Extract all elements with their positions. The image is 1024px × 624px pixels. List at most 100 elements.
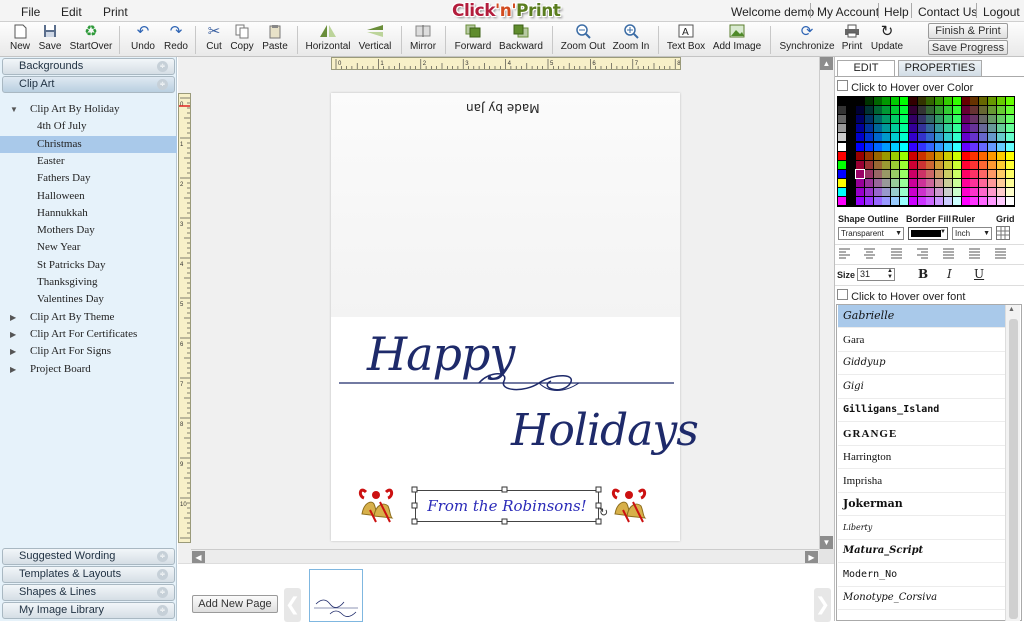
font-list-item[interactable]: Jokerman: [838, 493, 1005, 516]
font-list-item[interactable]: Liberty: [838, 517, 1005, 540]
finish-print-button[interactable]: Finish & Print: [928, 23, 1008, 39]
menu-file[interactable]: File: [21, 5, 40, 19]
expanded-arrow-icon[interactable]: ▼: [10, 101, 18, 118]
tree-item[interactable]: Fathers Day: [0, 170, 177, 187]
tree-item[interactable]: Halloween: [0, 188, 177, 205]
hover-font-toggle[interactable]: Click to Hover over font: [837, 289, 965, 303]
font-list-item[interactable]: Gilligans_Island: [838, 399, 1005, 422]
font-list-item[interactable]: Modern_No: [838, 564, 1005, 587]
border-fill-select[interactable]: ▼: [908, 227, 948, 240]
menu-print[interactable]: Print: [103, 5, 128, 19]
font-size-stepper[interactable]: 31 ▲ ▼: [857, 268, 895, 281]
print-button[interactable]: Print: [840, 24, 864, 56]
accordion-shapes-lines[interactable]: Shapes & Lines ≑: [2, 584, 175, 601]
synchronize-button[interactable]: ⟳ Synchronize: [778, 24, 836, 56]
rotate-handle-icon[interactable]: ↻: [599, 506, 608, 519]
horizontal-scrollbar[interactable]: ◀ ▶: [191, 549, 819, 564]
shape-outline-select[interactable]: Transparent ▼: [838, 227, 904, 240]
tree-folder[interactable]: ▶ Clip Art For Signs: [0, 343, 177, 360]
startover-button[interactable]: ♻ StartOver: [69, 24, 113, 56]
bring-forward-button[interactable]: Forward: [453, 24, 493, 56]
tree-folder[interactable]: ▶ Clip Art For Certificates: [0, 326, 177, 343]
stepper-arrows-icon[interactable]: ▲ ▼: [887, 268, 893, 280]
save-button[interactable]: Save: [37, 24, 63, 56]
accordion-clip-art[interactable]: Clip Art ≑: [2, 76, 175, 93]
zoom-out-button[interactable]: Zoom Out: [560, 24, 606, 56]
collapsed-arrow-icon[interactable]: ▶: [10, 361, 16, 378]
font-list-item[interactable]: Matura_Script: [838, 540, 1005, 563]
holidays-script-text[interactable]: Holidays: [511, 405, 699, 456]
tab-edit[interactable]: EDIT: [837, 60, 895, 77]
undo-button[interactable]: ↶ Undo: [130, 24, 156, 56]
update-button[interactable]: ↻ Update: [869, 24, 905, 56]
accordion-templates-layouts[interactable]: Templates & Layouts ≑: [2, 566, 175, 583]
tree-item[interactable]: Mothers Day: [0, 222, 177, 239]
accordion-backgrounds[interactable]: Backgrounds ≑: [2, 58, 175, 75]
hover-color-toggle[interactable]: Click to Hover over Color: [837, 80, 973, 94]
scroll-thumb[interactable]: [1009, 319, 1018, 619]
tree-item[interactable]: St Patricks Day: [0, 257, 177, 274]
tree-item[interactable]: Christmas: [0, 135, 177, 153]
font-list-item[interactable]: Harrington: [838, 446, 1005, 469]
font-list-item[interactable]: Gara: [838, 329, 1005, 352]
help-link[interactable]: Help: [884, 5, 909, 19]
tree-item[interactable]: Valentines Day: [0, 291, 177, 308]
tree-item[interactable]: New Year: [0, 239, 177, 256]
page-thumbnail[interactable]: [309, 569, 363, 622]
font-list-item[interactable]: Gabrielle: [838, 305, 1005, 328]
font-list-item[interactable]: Giddyup: [838, 352, 1005, 375]
new-button[interactable]: New: [8, 24, 32, 56]
scroll-down-icon[interactable]: ▼: [820, 536, 833, 549]
tree-item[interactable]: Thanksgiving: [0, 274, 177, 291]
font-list-item[interactable]: Monotype_Corsiva: [838, 587, 1005, 610]
italic-button[interactable]: I: [947, 267, 952, 281]
tree-folder[interactable]: ▶ Clip Art By Theme: [0, 309, 177, 326]
send-backward-button[interactable]: Backward: [497, 24, 545, 56]
ruler-unit-select[interactable]: Inch ▼: [952, 227, 992, 240]
tree-item[interactable]: 4th Of July: [0, 118, 177, 135]
hover-font-checkbox[interactable]: [837, 289, 848, 300]
tree-item[interactable]: Easter: [0, 153, 177, 170]
cut-button[interactable]: ✂ Cut: [203, 24, 225, 56]
zoom-in-button[interactable]: Zoom In: [611, 24, 651, 56]
collapsed-arrow-icon[interactable]: ▶: [10, 343, 16, 360]
tree-item[interactable]: Hannukkah: [0, 205, 177, 222]
collapsed-arrow-icon[interactable]: ▶: [10, 309, 16, 326]
prev-page-icon[interactable]: ❮: [284, 588, 301, 622]
add-image-button[interactable]: Add Image: [712, 24, 762, 56]
paste-button[interactable]: Paste: [260, 24, 290, 56]
accordion-suggested-wording[interactable]: Suggested Wording ≑: [2, 548, 175, 565]
bold-button[interactable]: B: [918, 267, 928, 281]
flip-vertical-button[interactable]: Vertical: [356, 24, 394, 56]
logout-link[interactable]: Logout: [983, 5, 1020, 19]
scroll-up-icon[interactable]: ▲: [820, 57, 833, 70]
collapsed-arrow-icon[interactable]: ▶: [10, 326, 16, 343]
alignment-buttons[interactable]: [836, 247, 1021, 261]
font-list-item[interactable]: Gigi: [838, 376, 1005, 399]
copy-button[interactable]: Copy: [229, 24, 255, 56]
grid-toggle-icon[interactable]: [996, 226, 1010, 240]
made-by-text[interactable]: Made by Jan: [466, 101, 540, 115]
color-palette[interactable]: [837, 96, 1015, 207]
vertical-scrollbar[interactable]: ▲ ▼: [819, 57, 834, 549]
font-list-scrollbar[interactable]: ▲: [1005, 305, 1020, 621]
tree-folder[interactable]: ▶ Project Board: [0, 361, 177, 378]
accordion-my-image-library[interactable]: My Image Library ≑: [2, 602, 175, 619]
next-page-icon[interactable]: ❯: [814, 588, 831, 622]
underline-button[interactable]: U: [974, 267, 984, 281]
flip-horizontal-button[interactable]: Horizontal: [304, 24, 352, 56]
bells-left-clipart[interactable]: [356, 486, 396, 524]
contact-us-link[interactable]: Contact Us: [918, 5, 977, 19]
font-list-item[interactable]: Imprisha: [838, 470, 1005, 493]
tree-folder[interactable]: ▼ Clip Art By Holiday: [0, 101, 177, 118]
mirror-button[interactable]: Mirror: [408, 24, 438, 56]
my-account-link[interactable]: My Account: [817, 5, 879, 19]
selection-handles[interactable]: [411, 486, 607, 526]
font-list-item[interactable]: GRANGE: [838, 423, 1005, 446]
add-new-page-button[interactable]: Add New Page: [192, 595, 278, 613]
scroll-up-icon[interactable]: ▲: [1008, 306, 1015, 313]
card-page[interactable]: Made by Jan Happy Holidays From the Robi…: [331, 93, 699, 541]
hover-color-checkbox[interactable]: [837, 80, 848, 91]
redo-button[interactable]: ↷ Redo: [163, 24, 189, 56]
tab-properties[interactable]: PROPERTIES: [898, 60, 982, 77]
